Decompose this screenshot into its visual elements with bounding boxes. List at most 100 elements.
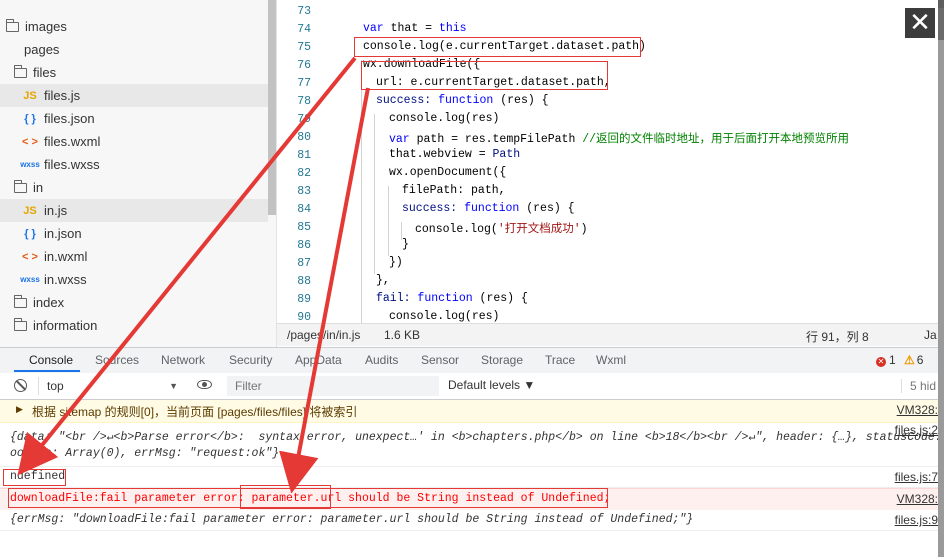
tree-item-label: files.wxss (44, 157, 100, 172)
line-number: 75 (297, 41, 311, 54)
tab-security[interactable]: Security (229, 353, 272, 367)
code-line: success: function (res) { (376, 94, 549, 107)
tree-item-label: in.wxml (44, 249, 88, 264)
line-number: 88 (297, 275, 311, 288)
indent-guide (374, 114, 375, 274)
warning-count-badge[interactable]: ⚠ 6 (904, 353, 923, 367)
tab-sensor[interactable]: Sensor (421, 353, 459, 367)
tree-item-label: in.js (44, 203, 68, 218)
tab-appdata[interactable]: AppData (295, 353, 342, 367)
code-line: that.webview = Path (389, 148, 521, 161)
annotation-box-download-url (361, 61, 608, 90)
tree-item-label: index (33, 295, 65, 310)
message-source-link[interactable]: files.js:9 (895, 513, 938, 527)
line-number: 84 (297, 203, 311, 216)
folder-icon (13, 64, 27, 78)
tree-item-in-wxss[interactable]: wxss in.wxss (0, 268, 268, 291)
tree-item-in-json[interactable]: { } in.json (0, 222, 268, 245)
folder-icon (5, 18, 19, 32)
tree-item-pages[interactable]: pages (0, 38, 268, 61)
json-file-icon: { } (24, 112, 36, 125)
clear-console-icon[interactable] (14, 379, 27, 392)
message-source-link[interactable]: VM328: (897, 403, 938, 417)
line-number: 87 (297, 257, 311, 270)
tree-item-label: in.wxss (44, 272, 87, 287)
tree-item-label: files.json (44, 111, 95, 126)
line-gutter: 73 74 75 76 77 78 79 80 81 82 83 84 85 8… (277, 0, 317, 323)
tree-item-in-folder[interactable]: in (0, 176, 268, 199)
tab-storage[interactable]: Storage (481, 353, 523, 367)
tree-item-files-folder[interactable]: files (0, 61, 268, 84)
active-tab-indicator (14, 370, 80, 372)
code-line: filePath: path, (402, 184, 506, 197)
editor-statusbar: /pages/in/in.js 1.6 KB 行 91，列 8 Ja (277, 323, 938, 346)
tab-console[interactable]: Console (29, 353, 73, 367)
wxml-file-icon: < > (22, 135, 38, 148)
error-icon: ✕ (876, 357, 886, 367)
line-number: 79 (297, 113, 311, 126)
tree-item-index[interactable]: index (0, 291, 268, 314)
tree-item-in-wxml[interactable]: < > in.wxml (0, 245, 268, 268)
folder-icon (13, 179, 27, 193)
tab-trace[interactable]: Trace (545, 353, 575, 367)
language-mode[interactable]: Ja (924, 328, 937, 342)
warning-icon: ⚠ (904, 353, 915, 367)
screenshot-panel: images pages files JS files.js { } files… (0, 0, 938, 557)
wxss-file-icon: wxss (20, 275, 40, 284)
message-text: ookies: Array(0), errMsg: "request:ok"} (10, 447, 280, 460)
close-button[interactable]: ✕ (905, 8, 935, 38)
right-edge-strip (938, 40, 944, 557)
filter-input[interactable] (227, 376, 439, 396)
line-number: 89 (297, 293, 311, 306)
code-line: }, (376, 274, 390, 287)
hidden-count: 5 hid (901, 379, 936, 393)
line-number: 78 (297, 95, 311, 108)
code-line: console.log('打开文档成功') (415, 223, 588, 236)
code-line: console.log(res) (389, 112, 500, 125)
tab-network[interactable]: Network (161, 353, 205, 367)
tree-item-files-json[interactable]: { } files.json (0, 107, 268, 130)
console-message-object: {errMsg: "downloadFile:fail parameter er… (0, 510, 938, 531)
tree-item-files-js[interactable]: JS files.js (0, 84, 268, 107)
line-number: 80 (297, 131, 311, 144)
code-line: } (402, 238, 409, 251)
tree-scrollbar[interactable] (268, 0, 276, 215)
tab-audits[interactable]: Audits (365, 353, 398, 367)
tree-item-in-js[interactable]: JS in.js (0, 199, 268, 222)
line-number: 81 (297, 149, 311, 162)
line-number: 77 (297, 77, 311, 90)
context-select[interactable]: top ▼ (38, 377, 178, 395)
tree-item-label: in (33, 180, 44, 195)
tree-item-label: in.json (44, 226, 82, 241)
message-source-link[interactable]: files.js:7 (895, 470, 938, 484)
code-line: console.log(res) (389, 310, 500, 323)
console-message-warning: ▶ 根据 sitemap 的规则[0]，当前页面 [pages/files/fi… (0, 400, 938, 423)
tree-item-label: pages (24, 42, 60, 57)
message-source-link[interactable]: VM328: (897, 492, 938, 506)
tree-item-files-wxss[interactable]: wxss files.wxss (0, 153, 268, 176)
message-text[interactable]: {data: "<br />↵<b>Parse error</b>: synta… (10, 429, 938, 444)
tree-item-information[interactable]: information (0, 314, 268, 337)
log-levels-dropdown[interactable]: Default levels ▼ (448, 378, 535, 392)
line-number: 76 (297, 59, 311, 72)
tree-item-files-wxml[interactable]: < > files.wxml (0, 130, 268, 153)
tree-item-label: files (33, 65, 57, 80)
message-text: 根据 sitemap 的规则[0]，当前页面 [pages/files/file… (32, 405, 358, 419)
indent-guide (361, 60, 362, 323)
tree-item-images[interactable]: images (0, 15, 268, 38)
message-text[interactable]: {errMsg: "downloadFile:fail parameter er… (10, 513, 693, 526)
console-message-log: ndefined files.js:7 (0, 467, 938, 488)
error-count-badge[interactable]: ✕ 1 (876, 353, 896, 367)
file-size: 1.6 KB (384, 328, 421, 342)
caret-down-icon: ▼ (169, 381, 178, 391)
code-line: fail: function (res) { (376, 292, 528, 305)
wxss-file-icon: wxss (20, 160, 40, 169)
tab-sources[interactable]: Sources (95, 353, 139, 367)
message-source-link[interactable]: files.js:2 (895, 423, 938, 437)
eye-icon[interactable] (197, 380, 212, 389)
code-line: }) (389, 256, 403, 269)
expand-arrow-icon[interactable]: ▶ (16, 404, 23, 415)
code-line: var path = res.tempFilePath //返回的文件临时地址，… (389, 133, 850, 146)
tab-wxml[interactable]: Wxml (596, 353, 626, 367)
line-number: 85 (297, 221, 311, 234)
